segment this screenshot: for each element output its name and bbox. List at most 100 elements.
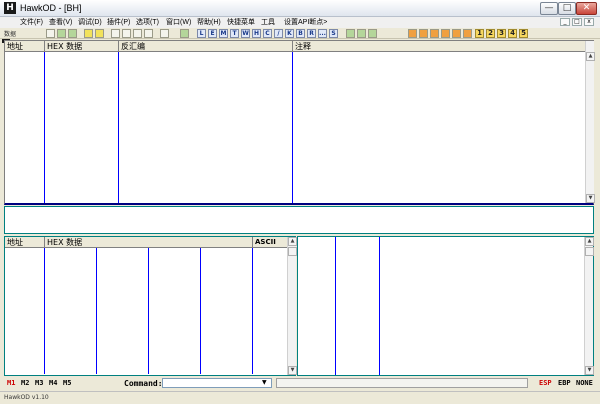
run-trace-button[interactable]: ... bbox=[318, 29, 327, 38]
memory-button[interactable]: M bbox=[219, 29, 228, 38]
toolbar-label: 数据 bbox=[4, 31, 17, 38]
threads-button[interactable]: T bbox=[230, 29, 239, 38]
command-bar: M1 M2 M3 M4 M5 Command: ▼ ESP EBP NONE bbox=[0, 377, 600, 390]
register-none[interactable]: NONE bbox=[576, 379, 593, 387]
bookmark-2-button[interactable]: 2 bbox=[486, 29, 495, 38]
mdi-close-button[interactable]: x bbox=[584, 18, 594, 26]
pause-icon[interactable] bbox=[95, 29, 104, 38]
stack-pane[interactable]: ▲ ▼ bbox=[297, 236, 594, 376]
command-input[interactable] bbox=[162, 378, 272, 388]
go-to-icon[interactable] bbox=[180, 29, 189, 38]
scroll-thumb[interactable] bbox=[585, 247, 594, 256]
column-divider bbox=[252, 248, 253, 374]
menu-help[interactable]: 帮助(H) bbox=[197, 17, 221, 28]
column-hex-data[interactable]: HEX 数据 bbox=[45, 237, 253, 248]
call-stack-button[interactable]: K bbox=[285, 29, 294, 38]
scroll-down-arrow-icon[interactable]: ▼ bbox=[585, 366, 594, 375]
run-icon[interactable] bbox=[84, 29, 93, 38]
column-address[interactable]: 地址 bbox=[5, 41, 45, 52]
column-ascii[interactable]: ASCII bbox=[253, 237, 287, 248]
handles-button[interactable]: H bbox=[252, 29, 261, 38]
plugin3-icon[interactable] bbox=[430, 29, 439, 38]
log-window-button[interactable]: L bbox=[197, 29, 206, 38]
status-bar: HawkOD v1.10 bbox=[0, 391, 600, 404]
disassembly-header: 地址 HEX 数据 反汇编 注释 bbox=[5, 41, 585, 52]
menu-bar: 文件(F) 查看(V) 调试(D) 插件(P) 选项(T) 窗口(W) 帮助(H… bbox=[0, 17, 600, 43]
plugin6-icon[interactable] bbox=[463, 29, 472, 38]
menu-set-api-breakpoint[interactable]: 设置API断点> bbox=[284, 17, 327, 28]
trace-into-icon[interactable] bbox=[133, 29, 142, 38]
register-esp[interactable]: ESP bbox=[539, 379, 552, 387]
plugin1-icon[interactable] bbox=[408, 29, 417, 38]
plugin2-icon[interactable] bbox=[419, 29, 428, 38]
menu-debug[interactable]: 调试(D) bbox=[78, 17, 102, 28]
column-hex-data[interactable]: HEX 数据 bbox=[45, 41, 119, 52]
mdi-minimize-button[interactable]: _ bbox=[560, 18, 570, 26]
scroll-up-arrow-icon[interactable]: ▲ bbox=[586, 52, 595, 61]
menu-plugins[interactable]: 插件(P) bbox=[107, 17, 130, 28]
maximize-button[interactable]: □ bbox=[558, 2, 576, 15]
modules-button[interactable]: E bbox=[208, 29, 217, 38]
menu-shortcuts[interactable]: 快捷菜单 bbox=[227, 17, 255, 28]
bookmark-5-button[interactable]: 5 bbox=[519, 29, 528, 38]
breakpoints-button[interactable]: B bbox=[296, 29, 305, 38]
bookmark-4-button[interactable]: 4 bbox=[508, 29, 517, 38]
close-program-icon[interactable] bbox=[68, 29, 77, 38]
execute-till-return-icon[interactable] bbox=[160, 29, 169, 38]
scroll-down-arrow-icon[interactable]: ▼ bbox=[288, 366, 297, 375]
column-divider bbox=[44, 248, 45, 374]
column-comment[interactable]: 注释 bbox=[293, 41, 585, 52]
patches-button[interactable]: / bbox=[274, 29, 283, 38]
marker-m4[interactable]: M4 bbox=[49, 379, 57, 387]
disassembly-pane[interactable]: 地址 HEX 数据 反汇编 注释 ▲ ▼ bbox=[4, 40, 595, 205]
dump-scrollbar[interactable]: ▲ ▼ bbox=[287, 237, 297, 375]
disassembly-scrollbar[interactable]: ▲ ▼ bbox=[585, 41, 595, 203]
step-into-icon[interactable] bbox=[111, 29, 120, 38]
title-bar[interactable]: H HawkOD - [BH] — □ ✕ bbox=[0, 0, 600, 17]
mdi-restore-button[interactable]: □ bbox=[572, 18, 582, 26]
column-divider bbox=[44, 52, 45, 203]
scroll-thumb[interactable] bbox=[288, 247, 297, 256]
chevron-down-icon[interactable]: ▼ bbox=[262, 379, 267, 386]
windows-button[interactable]: W bbox=[241, 29, 250, 38]
stack-scrollbar[interactable]: ▲ ▼ bbox=[584, 237, 594, 375]
scroll-up-arrow-icon[interactable]: ▲ bbox=[288, 237, 297, 246]
marker-m1[interactable]: M1 bbox=[7, 379, 15, 387]
bookmark-3-button[interactable]: 3 bbox=[497, 29, 506, 38]
scroll-up-arrow-icon[interactable]: ▲ bbox=[585, 237, 594, 246]
scroll-down-arrow-icon[interactable]: ▼ bbox=[586, 194, 595, 203]
menu-options[interactable]: 选项(T) bbox=[136, 17, 159, 28]
dump-pane[interactable]: 地址 HEX 数据 ASCII ▲ ▼ bbox=[4, 236, 297, 376]
trace-over-icon[interactable] bbox=[144, 29, 153, 38]
dump-header: 地址 HEX 数据 ASCII bbox=[5, 237, 287, 248]
plugin4-icon[interactable] bbox=[441, 29, 450, 38]
column-address[interactable]: 地址 bbox=[5, 237, 45, 248]
marker-m2[interactable]: M2 bbox=[21, 379, 29, 387]
marker-m3[interactable]: M3 bbox=[35, 379, 43, 387]
restart-icon[interactable] bbox=[57, 29, 66, 38]
references-button[interactable]: R bbox=[307, 29, 316, 38]
list-icon[interactable] bbox=[346, 29, 355, 38]
source-button[interactable]: S bbox=[329, 29, 338, 38]
column-divider bbox=[148, 248, 149, 374]
cpu-button[interactable]: C bbox=[263, 29, 272, 38]
close-button[interactable]: ✕ bbox=[576, 2, 597, 15]
menu-tools[interactable]: 工具 bbox=[261, 17, 275, 28]
help-icon[interactable] bbox=[368, 29, 377, 38]
register-ebp[interactable]: EBP bbox=[558, 379, 571, 387]
column-divider bbox=[335, 237, 336, 375]
column-disassembly[interactable]: 反汇编 bbox=[119, 41, 293, 52]
menu-window[interactable]: 窗口(W) bbox=[166, 17, 191, 28]
bookmark-1-button[interactable]: 1 bbox=[475, 29, 484, 38]
marker-m5[interactable]: M5 bbox=[63, 379, 71, 387]
options-icon[interactable] bbox=[357, 29, 366, 38]
command-info-field bbox=[276, 378, 528, 388]
mdi-controls: _ □ x bbox=[560, 17, 596, 27]
menu-view[interactable]: 查看(V) bbox=[49, 17, 72, 28]
open-icon[interactable] bbox=[46, 29, 55, 38]
menu-file[interactable]: 文件(F) bbox=[20, 17, 43, 28]
minimize-button[interactable]: — bbox=[540, 2, 558, 15]
plugin5-icon[interactable] bbox=[452, 29, 461, 38]
step-over-icon[interactable] bbox=[122, 29, 131, 38]
status-text: HawkOD v1.10 bbox=[4, 394, 49, 401]
